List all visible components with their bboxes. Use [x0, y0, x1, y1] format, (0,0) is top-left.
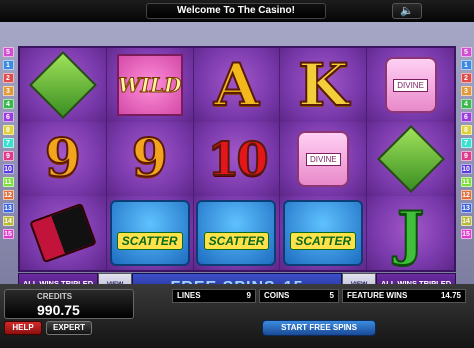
reel-cell-scatter: SCATTER [280, 196, 367, 270]
payline-marker[interactable]: 12 [2, 190, 14, 200]
credits-value: 990.75 [37, 302, 80, 318]
perfume-label: DIVINE [305, 152, 341, 166]
payline-marker[interactable]: 15 [2, 229, 14, 239]
payline-marker[interactable]: 1 [460, 60, 472, 70]
payline-marker[interactable]: 7 [2, 138, 14, 148]
window-title: Welcome To The Casino! [146, 3, 326, 19]
payline-markers-right: 5 1 2 3 4 6 8 7 9 10 11 12 13 14 15 [460, 46, 472, 276]
king-symbol: K [297, 51, 349, 119]
reel-cell-scatter: SCATTER [106, 196, 193, 270]
payline-marker[interactable]: 3 [2, 86, 14, 96]
payline-marker[interactable]: 14 [460, 216, 472, 226]
reel-cell-perfume: DIVINE [367, 48, 454, 122]
payline-markers-left: 5 1 2 3 4 6 8 7 9 10 11 12 13 14 15 [2, 46, 14, 276]
help-button[interactable]: HELP [4, 321, 42, 335]
reel-2: WILD 9 SCATTER [106, 48, 194, 270]
payline-marker[interactable]: 4 [2, 99, 14, 109]
nine-symbol: 9 [131, 128, 169, 189]
payline-marker[interactable]: 9 [2, 151, 14, 161]
reel-5: DIVINE J [367, 48, 454, 270]
lipstick-icon [29, 202, 97, 264]
payline-marker[interactable]: 2 [2, 73, 14, 83]
reel-grid: 9 WILD 9 SCATTER A 10 SCATTER K DIVINE SCATTER DIV… [18, 46, 456, 272]
reel-cell-nine: 9 [106, 122, 193, 196]
reel-cell-cocktail [20, 48, 106, 122]
payline-marker[interactable]: 7 [460, 138, 472, 148]
payline-marker[interactable]: 8 [460, 125, 472, 135]
reel-cell-ace: A [193, 48, 280, 122]
credits-display: CREDITS 990.75 [4, 289, 134, 319]
payline-marker[interactable]: 11 [2, 177, 14, 187]
lines-label: LINES [177, 291, 201, 300]
payline-marker[interactable]: 6 [460, 112, 472, 122]
reel-cell-wild: WILD [106, 48, 193, 122]
reel-1: 9 [20, 48, 107, 270]
wild-symbol: WILD [116, 54, 183, 116]
start-free-spins-button[interactable]: START FREE SPINS [262, 320, 376, 336]
scatter-label: SCATTER [116, 232, 183, 250]
control-panel: CREDITS 990.75 HELP EXPERT LINES 9 COINS… [0, 284, 474, 348]
cocktail-icon [28, 51, 97, 119]
payline-marker[interactable]: 14 [2, 216, 14, 226]
wild-label: WILD [118, 73, 182, 98]
scatter-symbol: SCATTER [283, 200, 364, 266]
feature-wins-label: FEATURE WINS [347, 291, 408, 300]
perfume-icon: DIVINE [297, 131, 350, 187]
reel-cell-lipstick [20, 196, 106, 270]
title-bar: Welcome To The Casino! 🔈 [0, 0, 474, 22]
payline-marker[interactable]: 5 [2, 47, 14, 57]
payline-marker[interactable]: 3 [460, 86, 472, 96]
reel-cell-king: K [280, 48, 367, 122]
payline-marker[interactable]: 10 [2, 164, 14, 174]
scatter-label: SCATTER [290, 232, 357, 250]
payline-marker[interactable]: 13 [460, 203, 472, 213]
coins-display: COINS 5 [259, 289, 339, 303]
payline-marker[interactable]: 12 [460, 190, 472, 200]
credits-label: CREDITS [37, 292, 73, 301]
reel-cell-perfume: DIVINE [280, 122, 367, 196]
ace-symbol: A [213, 51, 260, 119]
coins-value: 5 [329, 291, 334, 300]
coins-label: COINS [264, 291, 290, 300]
cocktail-icon [376, 125, 445, 193]
speaker-icon[interactable]: 🔈 [392, 3, 422, 19]
lines-value: 9 [246, 291, 251, 300]
feature-wins-value: 14.75 [440, 291, 461, 300]
ten-symbol: 10 [206, 132, 269, 186]
perfume-icon: DIVINE [384, 57, 437, 113]
reel-cell-cocktail [367, 122, 454, 196]
expert-button[interactable]: EXPERT [46, 321, 92, 335]
payline-marker[interactable]: 9 [460, 151, 472, 161]
reel-cell-nine: 9 [20, 122, 106, 196]
payline-marker[interactable]: 4 [460, 99, 472, 109]
payline-marker[interactable]: 11 [460, 177, 472, 187]
payline-marker[interactable]: 8 [2, 125, 14, 135]
payline-marker[interactable]: 15 [460, 229, 472, 239]
jack-symbol: J [396, 199, 425, 267]
payline-marker[interactable]: 6 [2, 112, 14, 122]
payline-marker[interactable]: 2 [460, 73, 472, 83]
reel-4: K DIVINE SCATTER [280, 48, 368, 270]
reel-cell-scatter: SCATTER [193, 196, 280, 270]
scatter-label: SCATTER [203, 232, 270, 250]
feature-wins-display: FEATURE WINS 14.75 [342, 289, 466, 303]
payline-marker[interactable]: 10 [460, 164, 472, 174]
scatter-symbol: SCATTER [196, 200, 277, 266]
reel-cell-ten: 10 [193, 122, 280, 196]
lines-display: LINES 9 [172, 289, 256, 303]
payline-marker[interactable]: 13 [2, 203, 14, 213]
scatter-symbol: SCATTER [109, 200, 190, 266]
reel-3: A 10 SCATTER [193, 48, 281, 270]
payline-marker[interactable]: 1 [2, 60, 14, 70]
payline-marker[interactable]: 5 [460, 47, 472, 57]
nine-symbol: 9 [44, 128, 82, 189]
perfume-label: DIVINE [393, 78, 428, 92]
reel-cell-jack: J [367, 196, 454, 270]
game-frame: 5 1 2 3 4 6 8 7 9 10 11 12 13 14 15 9 WILD 9 SCATTER A 10 SC… [0, 22, 474, 303]
